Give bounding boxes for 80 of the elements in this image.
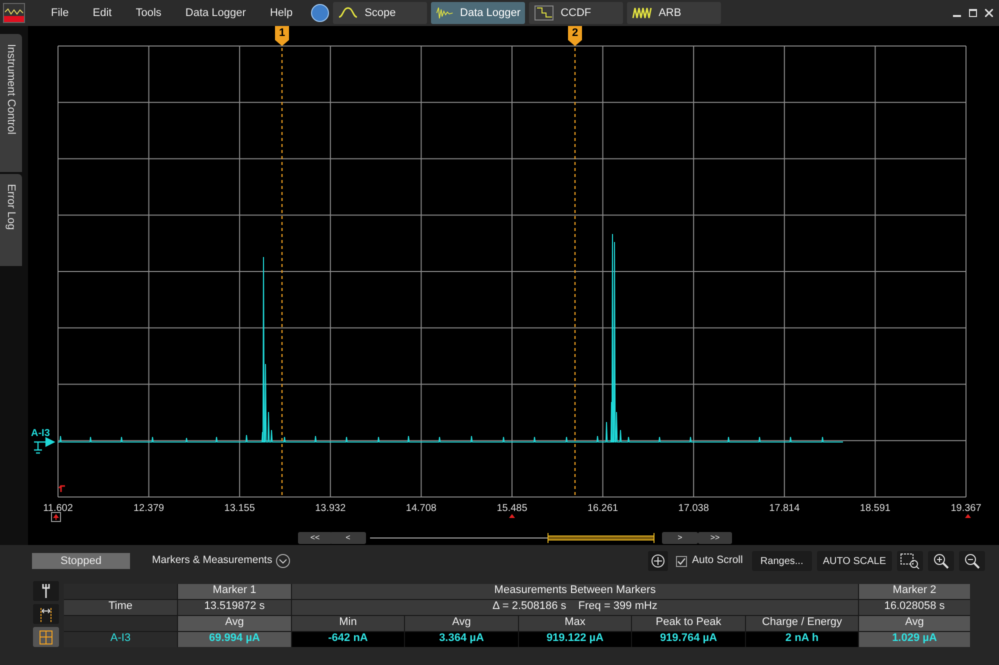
axis-tick-label: 15.485 — [496, 502, 528, 516]
menu-item[interactable]: Edit — [80, 4, 124, 22]
section-label: Markers & Measurements — [152, 553, 272, 568]
checkbox-label: Auto Scroll — [692, 553, 743, 568]
axis-tick-label: 13.932 — [314, 502, 347, 516]
zoom-box-icon[interactable] — [897, 551, 923, 571]
cursor-hook-icon — [58, 485, 66, 493]
chevron-down-icon[interactable] — [276, 554, 290, 568]
table-cell: 16.028058 s — [859, 600, 970, 615]
marker-line[interactable] — [281, 48, 283, 497]
table-cell: Time — [64, 600, 177, 615]
axis-tick-label: 19.367 — [950, 502, 982, 516]
zoom-out-icon[interactable] — [959, 551, 985, 571]
menu-item[interactable]: Tools — [124, 4, 174, 22]
table-cell: Marker 1 — [178, 584, 291, 599]
toolbar-button[interactable]: AUTO SCALE — [816, 551, 892, 571]
waveform-icon — [434, 5, 454, 21]
arrow-up-icon — [965, 514, 971, 518]
table-cell: Avg — [178, 616, 291, 631]
table-cell: Max — [519, 616, 631, 631]
table-cell: 919.764 µA — [632, 632, 745, 647]
axis-tick-label: 14.708 — [404, 502, 438, 516]
scroll-button[interactable]: << — [298, 532, 332, 544]
table-cell: -642 nA — [292, 632, 404, 647]
table-cell: A-I3 — [64, 632, 177, 647]
table-cell: Measurements Between Markers — [292, 584, 858, 599]
grid-table-icon[interactable] — [33, 627, 59, 647]
mode-tab[interactable]: ARB — [626, 2, 721, 24]
status-label: Stopped — [32, 553, 130, 569]
table-cell: Avg — [405, 616, 518, 631]
scroll-thumb[interactable] — [548, 532, 654, 544]
mode-tab[interactable]: Data Logger — [430, 2, 525, 24]
table-cell: 919.122 µA — [519, 632, 631, 647]
menu-item[interactable]: Data Logger — [173, 4, 258, 22]
menu-item[interactable]: File — [39, 4, 81, 22]
axis-tick-label: 17.038 — [677, 502, 710, 516]
mode-tab[interactable]: CCDF — [528, 2, 623, 24]
table-cell: 13.519872 s — [178, 600, 291, 615]
zoom-in-icon[interactable] — [928, 551, 954, 571]
toolbar-button[interactable]: Ranges... — [752, 551, 812, 571]
side-tab[interactable]: Instrument Control — [0, 34, 22, 172]
step-curve-icon — [532, 5, 555, 21]
table-cell: Peak to Peak — [632, 616, 745, 631]
ground-icon — [33, 437, 56, 454]
trigger-arrow-icon — [51, 512, 61, 522]
axis-tick-label: 17.814 — [768, 502, 801, 516]
marker-flag[interactable]: 1 — [275, 26, 289, 46]
table-cell: Avg — [859, 616, 970, 631]
side-tab[interactable]: Error Log — [0, 174, 22, 266]
table-cell: 2 nA h — [746, 632, 858, 647]
marker-flag[interactable]: 2 — [568, 26, 582, 46]
menu-item[interactable]: Help — [258, 4, 305, 22]
axis-tick-label: 11.602 — [42, 502, 74, 516]
table-cell-text: Freq = 399 mHz — [578, 600, 658, 614]
marker-span-icon[interactable] — [33, 604, 59, 624]
waveform-icon — [630, 5, 653, 21]
app-logo — [3, 3, 25, 23]
axis-tick-label: 13.155 — [223, 502, 256, 516]
table-cell-text: Δ = 2.508186 s — [492, 600, 566, 614]
axis-tick-label: 18.591 — [858, 502, 892, 516]
table-cell: 1.029 µA — [859, 632, 970, 647]
mode-tab[interactable]: Scope — [332, 2, 427, 24]
table-cell: Charge / Energy — [746, 616, 858, 631]
table-cell: Marker 2 — [859, 584, 970, 599]
scroll-button[interactable]: < — [330, 532, 366, 544]
arrow-up-icon — [509, 514, 515, 518]
axis-tick-label: 16.261 — [586, 502, 620, 516]
close-icon[interactable] — [985, 9, 993, 17]
table-cell: Min — [292, 616, 404, 631]
add-marker-icon[interactable] — [648, 551, 668, 571]
channel-label: A-I3 — [31, 427, 50, 441]
maximize-icon[interactable] — [969, 9, 977, 17]
marker-line[interactable] — [574, 48, 576, 497]
table-cell: 3.364 µA — [405, 632, 518, 647]
auto-scroll-checkbox[interactable] — [676, 556, 688, 566]
table-cell: 69.994 µA — [178, 632, 291, 647]
axis-tick-label: 12.379 — [132, 502, 166, 516]
scroll-button[interactable]: > — [662, 532, 698, 544]
tool-icon[interactable] — [33, 581, 59, 601]
scroll-button[interactable]: >> — [698, 532, 732, 544]
